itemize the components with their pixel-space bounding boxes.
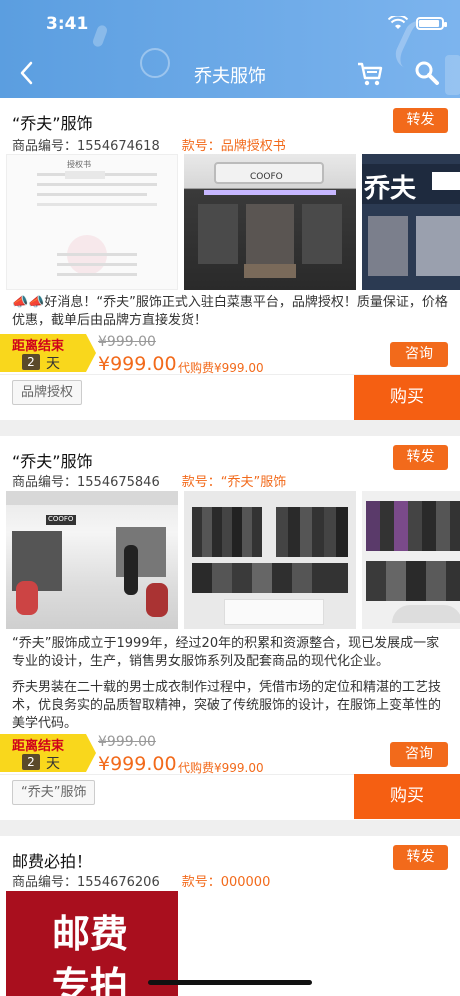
countdown-days: 2: [22, 354, 40, 370]
product-images: COOFO: [6, 491, 460, 629]
current-price: ¥999.00: [98, 353, 177, 375]
forward-button[interactable]: 转发: [393, 845, 448, 870]
forward-button[interactable]: 转发: [393, 108, 448, 133]
product-image-storefront[interactable]: 乔夫: [362, 154, 460, 290]
product-code: 商品编号：1554675846: [12, 475, 160, 490]
product-code: 商品编号：1554674618: [12, 139, 160, 154]
search-icon[interactable]: [414, 60, 440, 86]
product-image-license[interactable]: 授权书: [6, 154, 178, 290]
storefront-sign: 乔夫: [364, 174, 417, 204]
decor-stroke: [91, 23, 109, 49]
banner-line-2: 专拍: [52, 964, 129, 996]
product-title: “乔夫”服饰: [12, 114, 93, 133]
product-style-number: 款号：“乔夫”服饰: [181, 475, 287, 490]
product-meta: 商品编号：1554676206 款号：000000: [12, 871, 270, 890]
product-description: “乔夫”服饰成立于1999年，经过20年的积累和资源整合，现已发展成一家专业的设…: [12, 636, 440, 669]
product-style-number: 款号：000000: [181, 875, 271, 890]
cart-icon[interactable]: [356, 60, 384, 88]
product-image-store-interior[interactable]: COOFO: [184, 154, 356, 290]
top-bar: 3:41 乔夫服饰: [0, 0, 460, 98]
page-title: 乔夫服饰: [194, 66, 266, 87]
product-title: 邮费必拍！: [12, 852, 93, 871]
wifi-icon: [388, 16, 408, 29]
product-image-suits[interactable]: [184, 491, 356, 629]
countdown-badge: 距离结束 2 天: [0, 334, 96, 372]
mall-sign: COOFO: [48, 515, 74, 523]
home-indicator[interactable]: [148, 980, 312, 985]
product-meta: 商品编号：1554674618 款号：品牌授权书: [12, 135, 286, 154]
countdown-label: 距离结束: [12, 339, 65, 354]
product-code: 商品编号：1554676206: [12, 875, 160, 890]
countdown-unit: 天: [46, 756, 60, 772]
product-meta: 商品编号：1554675846 款号：“乔夫”服饰: [12, 471, 286, 490]
product-tag: “乔夫”服饰: [12, 780, 96, 805]
consult-button[interactable]: 咨询: [390, 742, 448, 767]
status-icons: [388, 16, 447, 30]
license-title: 授权书: [67, 160, 91, 169]
store-sign: COOFO: [250, 172, 283, 182]
product-card: “乔夫”服饰 转发 商品编号：1554675846 款号：“乔夫”服饰 COOF…: [0, 436, 460, 820]
product-description-extra: 乔夫男装在二十载的男士成衣制作过程中，凭借市场的定位和精湛的工艺技术，优良务实的…: [12, 680, 442, 731]
product-description: 📣📣好消息！“乔夫”服饰正式入驻白菜惠平台，品牌授权！质量保证，价格优惠，截单后…: [12, 295, 448, 328]
product-image-showroom[interactable]: [362, 491, 460, 629]
status-time: 3:41: [46, 14, 89, 34]
product-title: “乔夫”服饰: [12, 452, 93, 471]
original-price: ¥999.00: [98, 734, 156, 750]
countdown-label: 距离结束: [12, 739, 65, 754]
buy-button[interactable]: 购买: [354, 774, 460, 819]
banner-line-1: 邮费: [52, 912, 129, 956]
consult-button[interactable]: 咨询: [390, 342, 448, 367]
countdown-badge: 距离结束 2 天: [0, 734, 96, 772]
current-price: ¥999.00: [98, 753, 177, 775]
product-style-number: 款号：品牌授权书: [181, 139, 286, 154]
countdown-days: 2: [22, 754, 40, 770]
original-price: ¥999.00: [98, 334, 156, 350]
product-card: 邮费必拍！ 转发 商品编号：1554676206 款号：000000 邮费 专拍: [0, 836, 460, 996]
product-image-mall[interactable]: COOFO: [6, 491, 178, 629]
product-tag: 品牌授权: [12, 380, 83, 405]
buy-button[interactable]: 购买: [354, 375, 460, 420]
product-card: “乔夫”服饰 转发 商品编号：1554674618 款号：品牌授权书 授权书 C…: [0, 98, 460, 420]
forward-button[interactable]: 转发: [393, 445, 448, 470]
countdown-unit: 天: [46, 356, 60, 372]
battery-icon: [416, 16, 447, 30]
product-images: 授权书 COOFO 乔夫: [6, 154, 460, 290]
